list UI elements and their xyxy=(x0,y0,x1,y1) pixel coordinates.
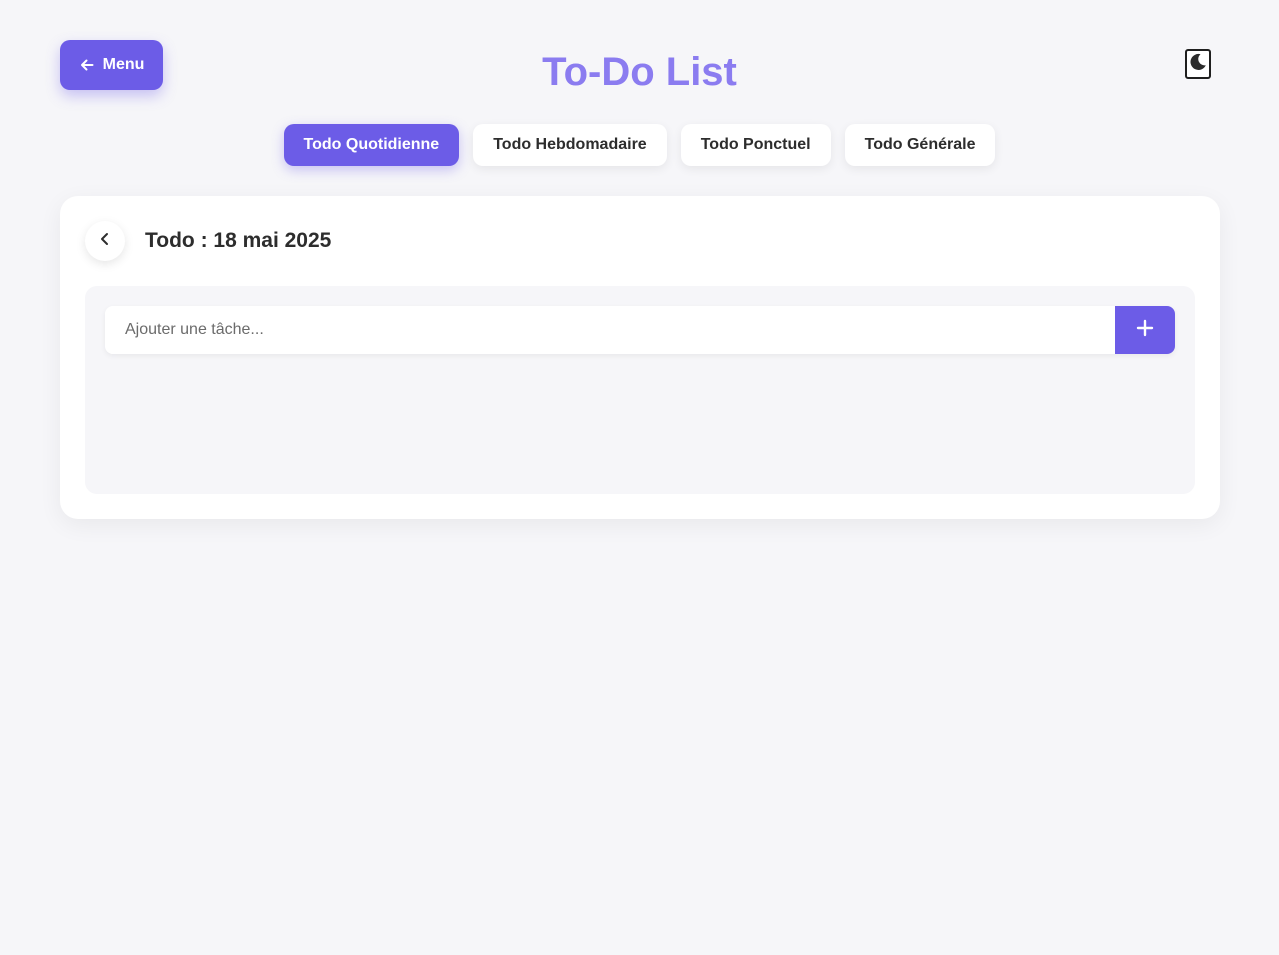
tab-todo-generale[interactable]: Todo Générale xyxy=(844,124,996,166)
tab-todo-quotidienne[interactable]: Todo Quotidienne xyxy=(283,124,460,166)
back-button[interactable] xyxy=(85,221,125,261)
todo-card: Todo : 18 mai 2025 xyxy=(60,196,1220,519)
theme-toggle-button[interactable] xyxy=(1185,49,1211,79)
todo-page: Menu To-Do List Todo Quotidienne Todo He… xyxy=(0,0,1279,955)
moon-icon xyxy=(1188,52,1208,77)
tab-todo-hebdomadaire[interactable]: Todo Hebdomadaire xyxy=(473,124,667,166)
task-panel xyxy=(85,286,1195,494)
todo-tabs: Todo Quotidienne Todo Hebdomadaire Todo … xyxy=(0,124,1279,166)
page-title: To-Do List xyxy=(542,50,737,94)
tab-todo-ponctuel[interactable]: Todo Ponctuel xyxy=(680,124,831,166)
task-input-row xyxy=(105,306,1175,354)
add-task-button[interactable] xyxy=(1115,306,1175,354)
chevron-left-icon xyxy=(98,232,112,251)
todo-date-title: Todo : 18 mai 2025 xyxy=(145,229,332,252)
task-input[interactable] xyxy=(105,306,1115,354)
plus-icon xyxy=(1136,319,1154,342)
